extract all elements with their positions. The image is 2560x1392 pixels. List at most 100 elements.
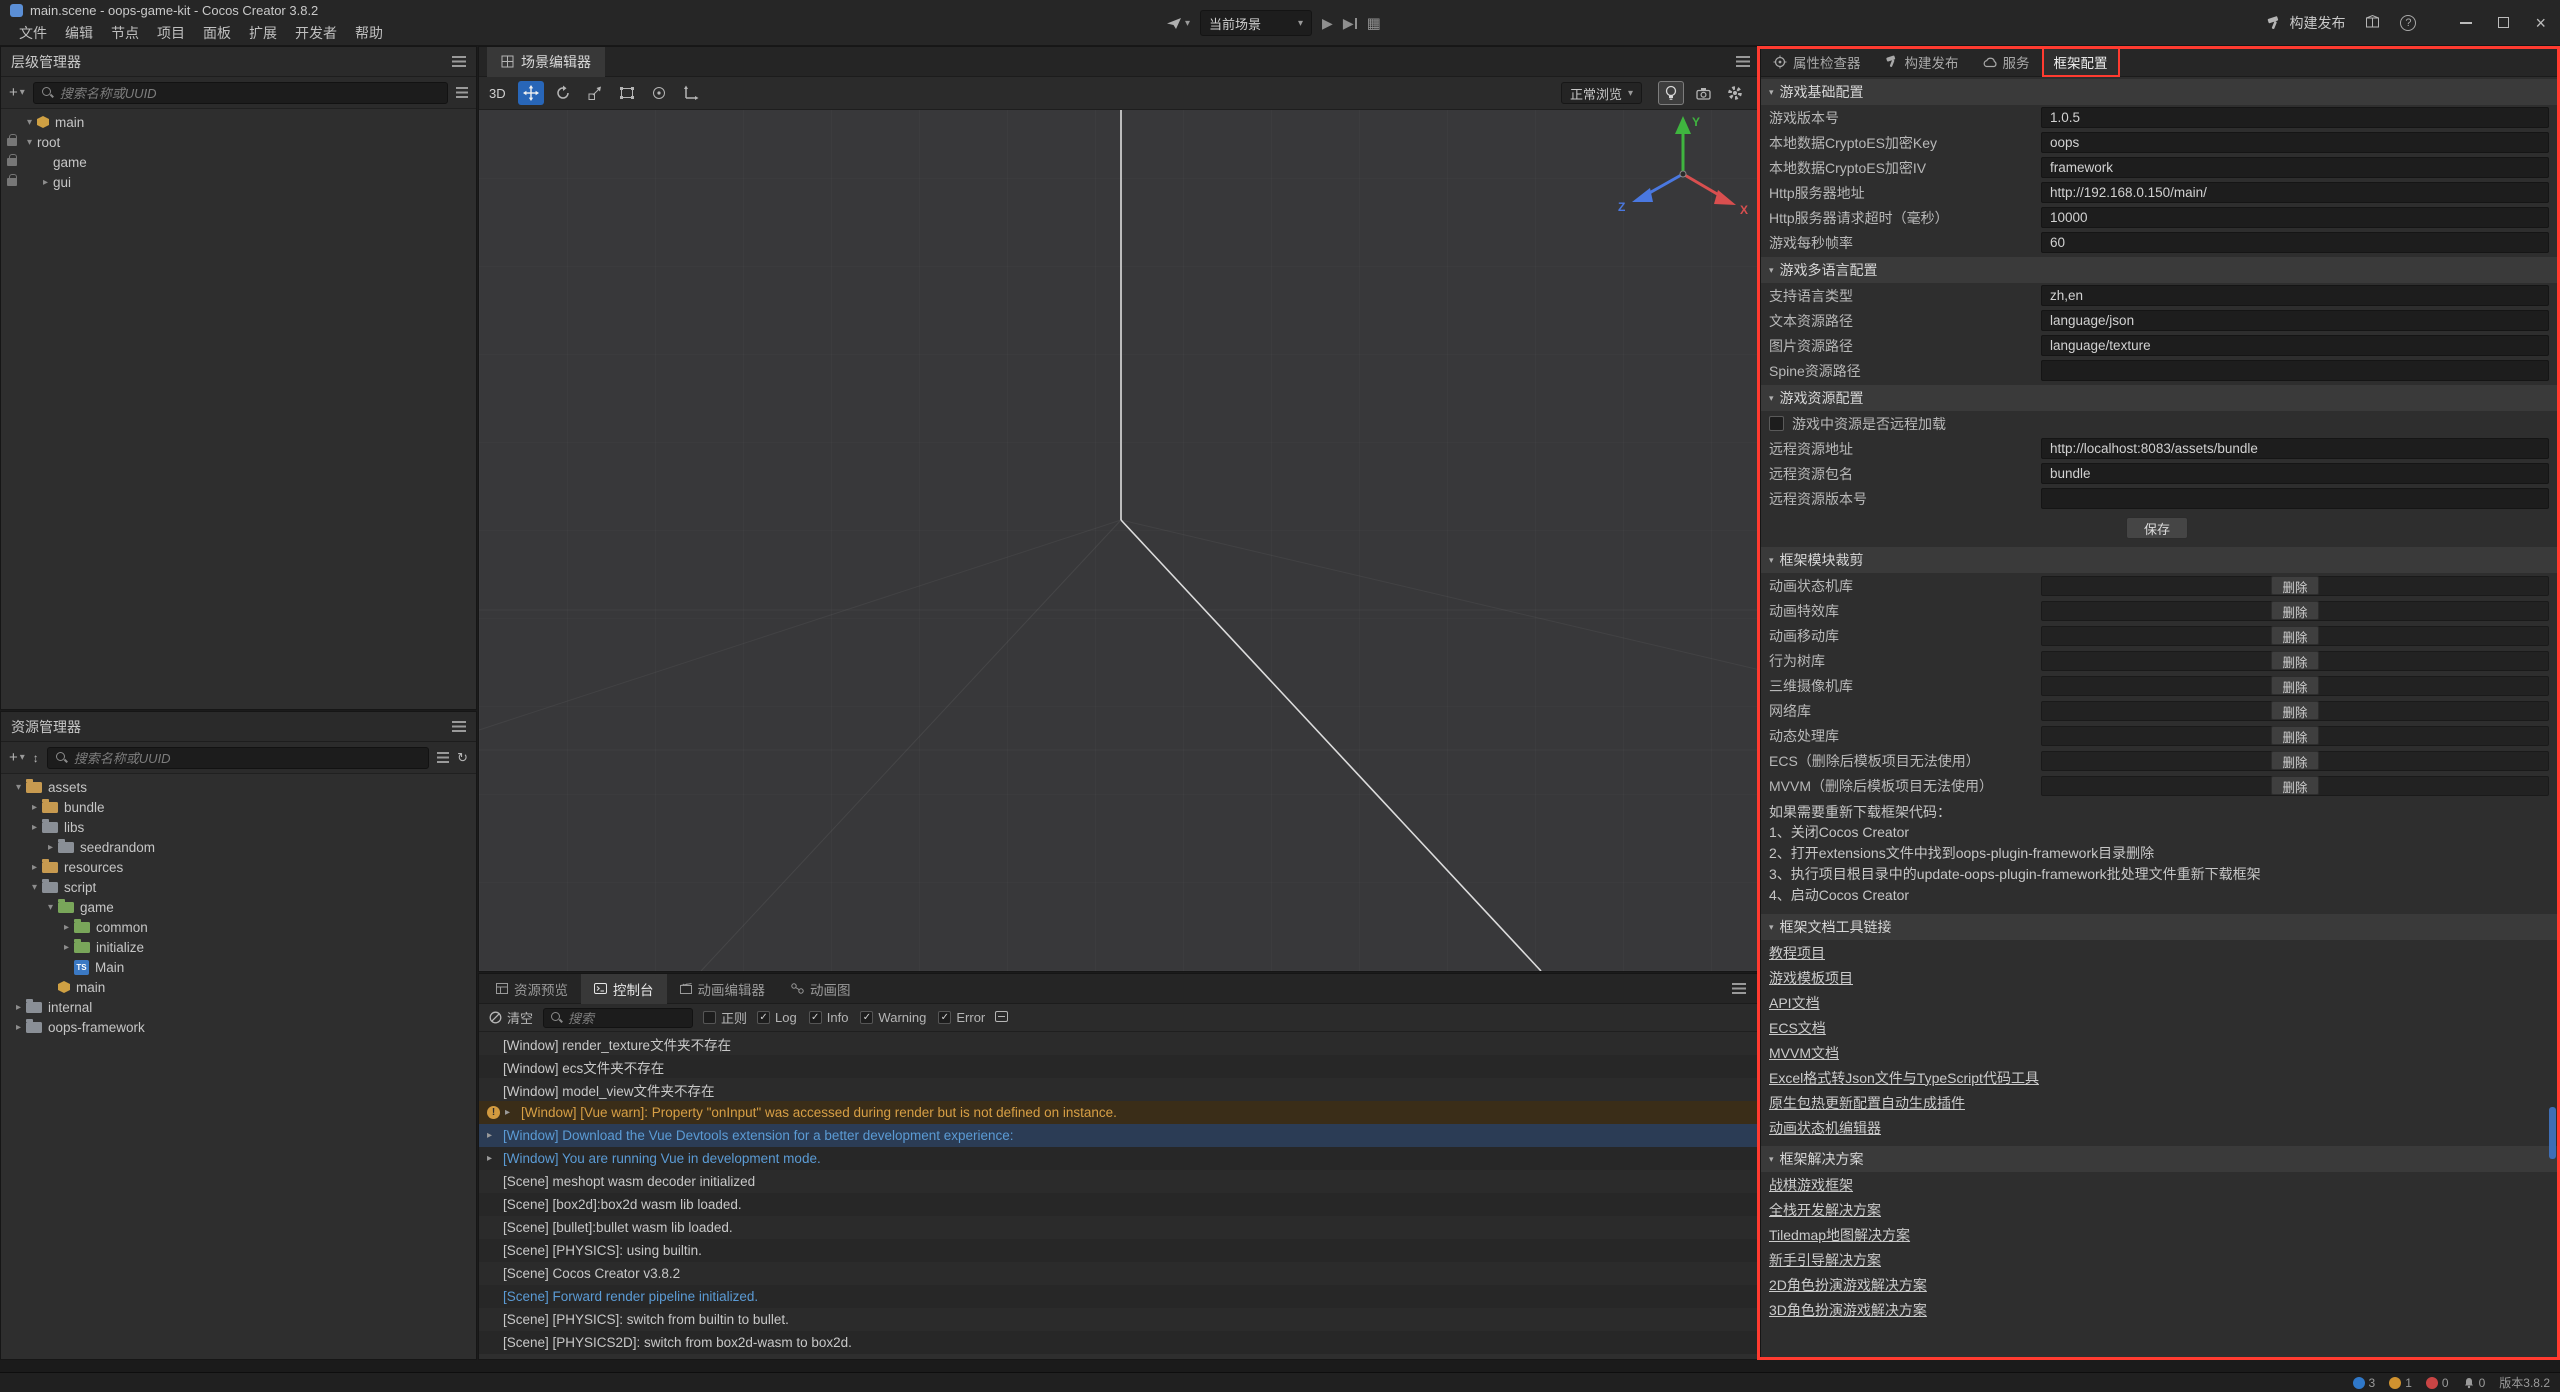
asset-node[interactable]: game	[1, 897, 476, 917]
section-docs-header[interactable]: ▾ 框架文档工具链接	[1761, 914, 2557, 940]
camera-button[interactable]	[1690, 81, 1716, 105]
delete-button[interactable]: 删除	[2271, 626, 2318, 645]
tab-property-inspector[interactable]: 属性检查器	[1761, 47, 1873, 77]
log-row[interactable]: [Scene] Cocos Creator v3.8.2	[479, 1262, 1758, 1285]
section-solutions-header[interactable]: ▾ 框架解决方案	[1761, 1146, 2557, 1172]
field-input[interactable]: language/texture	[2041, 335, 2549, 356]
assets-search-input[interactable]: 搜索名称或UUID	[47, 747, 429, 769]
delete-button[interactable]: 删除	[2271, 701, 2318, 720]
expand-arrow-icon[interactable]	[43, 902, 58, 913]
expand-arrow-icon[interactable]	[11, 1002, 26, 1013]
warning-count[interactable]: 1	[2389, 1376, 2412, 1390]
maximize-button[interactable]	[2498, 17, 2509, 28]
filter-checkbox[interactable]	[938, 1011, 951, 1024]
panel-menu-icon[interactable]	[452, 721, 466, 732]
panel-menu-icon[interactable]	[452, 56, 466, 67]
build-publish-button[interactable]: 构建发布	[2266, 13, 2345, 33]
doc-link[interactable]: 教程项目	[1761, 940, 2557, 965]
sort-icon[interactable]: ↕	[33, 751, 39, 765]
log-expand-arrow[interactable]	[505, 1107, 521, 1118]
section-language-header[interactable]: ▾ 游戏多语言配置	[1761, 257, 2557, 283]
asset-node[interactable]: libs	[1, 817, 476, 837]
console-search-input[interactable]: 搜索	[543, 1008, 693, 1028]
scene-dropdown[interactable]: 当前场景 ▾	[1200, 10, 1312, 36]
field-input[interactable]: http://localhost:8083/assets/bundle	[2041, 438, 2549, 459]
scene-settings-button[interactable]	[1722, 81, 1748, 105]
log-row[interactable]: [Window] render_texture文件夹不存在	[479, 1032, 1758, 1055]
regex-checkbox[interactable]	[703, 1011, 716, 1024]
asset-node[interactable]: Main	[1, 957, 476, 977]
field-input[interactable]: bundle	[2041, 463, 2549, 484]
coordinate-tool-button[interactable]	[678, 81, 704, 105]
log-row[interactable]: [Window] ecs文件夹不存在	[479, 1055, 1758, 1078]
expand-arrow-icon[interactable]	[38, 177, 53, 188]
hierarchy-node[interactable]: game	[1, 152, 476, 172]
step-button[interactable]: ▶	[1343, 15, 1357, 32]
log-filter[interactable]: Warning	[860, 1010, 926, 1025]
asset-node[interactable]: initialize	[1, 937, 476, 957]
log-row[interactable]: [Window] You are running Vue in developm…	[479, 1147, 1758, 1170]
field-input[interactable]	[2041, 360, 2549, 381]
tab-build-publish[interactable]: 构建发布	[1873, 47, 1971, 77]
collapse-logs-icon[interactable]	[995, 1010, 1008, 1025]
solution-link[interactable]: 全栈开发解决方案	[1761, 1197, 2557, 1222]
refresh-icon[interactable]: ↻	[457, 750, 468, 766]
filter-icon[interactable]	[456, 87, 468, 98]
asset-node[interactable]: common	[1, 917, 476, 937]
layout-icon[interactable]: ▦	[1367, 14, 1381, 32]
menu-item[interactable]: 文件	[10, 23, 56, 43]
rotate-tool-button[interactable]	[550, 81, 576, 105]
tab-framework-config[interactable]: 框架配置	[2042, 47, 2120, 77]
panel-menu-icon[interactable]	[1736, 56, 1750, 67]
hierarchy-search-input[interactable]: 搜索名称或UUID	[33, 82, 448, 104]
move-tool-button[interactable]	[518, 81, 544, 105]
delete-button[interactable]: 删除	[2271, 776, 2318, 795]
delete-button[interactable]: 删除	[2271, 601, 2318, 620]
save-button[interactable]: 保存	[2126, 517, 2188, 539]
log-row[interactable]: [Scene] Forward render pipeline initiali…	[479, 1285, 1758, 1308]
section-basic-header[interactable]: ▾ 游戏基础配置	[1761, 79, 2557, 105]
expand-arrow-icon[interactable]	[27, 862, 42, 873]
asset-node[interactable]: main	[1, 977, 476, 997]
log-row[interactable]: [Scene] meshopt wasm decoder initialized	[479, 1170, 1758, 1193]
regex-toggle[interactable]: 正则	[703, 1008, 747, 1027]
clear-console-button[interactable]: 清空	[489, 1008, 533, 1027]
log-expand-arrow[interactable]	[487, 1153, 503, 1164]
hierarchy-node[interactable]: gui	[1, 172, 476, 192]
expand-arrow-icon[interactable]	[22, 117, 37, 128]
package-icon[interactable]	[2365, 14, 2380, 32]
help-icon[interactable]: ?	[2400, 15, 2416, 31]
doc-link[interactable]: ECS文档	[1761, 1015, 2557, 1040]
field-input[interactable]: oops	[2041, 132, 2549, 153]
menu-item[interactable]: 开发者	[286, 23, 346, 43]
create-asset-button[interactable]: +▾	[9, 749, 25, 766]
log-filter[interactable]: Log	[757, 1010, 797, 1025]
log-row[interactable]: [Window] Download the Vue Devtools exten…	[479, 1124, 1758, 1147]
field-input[interactable]: language/json	[2041, 310, 2549, 331]
menu-item[interactable]: 扩展	[240, 23, 286, 43]
expand-arrow-icon[interactable]	[11, 782, 26, 793]
error-count[interactable]: 0	[2426, 1376, 2449, 1390]
asset-node[interactable]: script	[1, 877, 476, 897]
log-row[interactable]: [Window] [Vue warn]: Property "onInput" …	[479, 1101, 1758, 1124]
section-trim-header[interactable]: ▾ 框架模块裁剪	[1761, 547, 2557, 573]
filter-checkbox[interactable]	[757, 1011, 770, 1024]
mode-3d-toggle[interactable]: 3D	[489, 86, 506, 101]
play-button[interactable]: ▶	[1322, 15, 1333, 32]
tab-asset-preview[interactable]: 资源预览	[483, 974, 581, 1004]
expand-arrow-icon[interactable]	[11, 1022, 26, 1033]
scene-viewport[interactable]: Y X Z	[479, 110, 1758, 971]
expand-arrow-icon[interactable]	[27, 802, 42, 813]
asset-node[interactable]: resources	[1, 857, 476, 877]
doc-link[interactable]: 原生包热更新配置自动生成插件	[1761, 1090, 2557, 1115]
menu-item[interactable]: 面板	[194, 23, 240, 43]
panel-menu-icon[interactable]	[1732, 983, 1746, 994]
delete-button[interactable]: 删除	[2271, 651, 2318, 670]
expand-arrow-icon[interactable]	[43, 842, 58, 853]
section-resource-header[interactable]: ▾ 游戏资源配置	[1761, 385, 2557, 411]
hierarchy-node[interactable]: main	[1, 112, 476, 132]
field-input[interactable]: framework	[2041, 157, 2549, 178]
delete-button[interactable]: 删除	[2271, 676, 2318, 695]
log-row[interactable]: [Window] model_view文件夹不存在	[479, 1078, 1758, 1101]
orientation-gizmo[interactable]: Y X Z	[1604, 112, 1758, 242]
